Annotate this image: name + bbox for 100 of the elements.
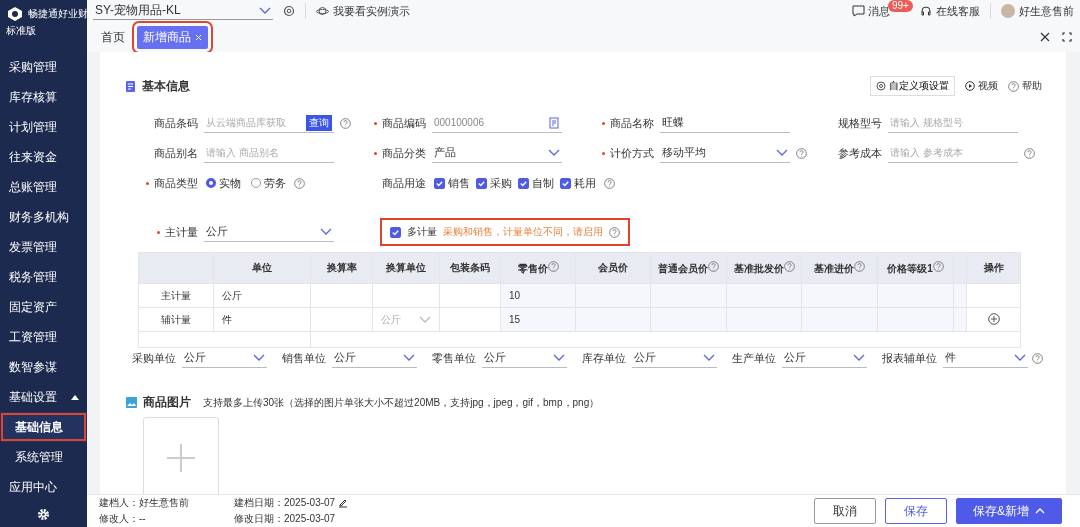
chevron-down-icon: [253, 353, 265, 362]
meta-text: 建档日期：2025-03-07: [234, 496, 336, 510]
demo-link[interactable]: 我要看实例演示: [333, 3, 410, 19]
column-header: 操作: [983, 261, 1004, 275]
chevron-down-icon: [1014, 353, 1026, 362]
help-link[interactable]: 帮助: [1022, 79, 1042, 93]
sidebar-item[interactable]: 发票管理: [0, 232, 87, 262]
action-button[interactable]: 保存&新增: [956, 498, 1062, 524]
chevron-down-icon: [259, 6, 271, 15]
option-label: 耗用: [574, 175, 596, 191]
table-cell: 辅计量: [138, 307, 214, 332]
select-field[interactable]: 公斤: [182, 348, 267, 368]
select-field[interactable]: 公斤: [632, 348, 717, 368]
column-header: 会员价: [598, 261, 628, 275]
close-icon[interactable]: [1040, 32, 1050, 42]
edit-icon[interactable]: [338, 498, 349, 508]
query-button[interactable]: 查询: [306, 114, 332, 131]
chevron-down-icon: [403, 353, 415, 362]
logo-icon: [6, 6, 24, 22]
sidebar-item[interactable]: 数智参谋: [0, 352, 87, 382]
section-title: 基本信息: [142, 77, 190, 95]
sidebar-item[interactable]: 基础设置: [0, 382, 87, 412]
field-label: 计价方式: [582, 145, 654, 161]
tab[interactable]: 首页: [95, 25, 131, 49]
company-select[interactable]: SY-宠物用品-KL: [93, 2, 273, 20]
column-header: 包装条码: [450, 261, 490, 275]
meta-text: 建档人：好生意售前: [99, 496, 189, 510]
text-field[interactable]: 旺蝶: [660, 113, 790, 133]
gear-icon: [876, 81, 886, 91]
form-icon: [126, 80, 136, 92]
checkbox[interactable]: [518, 177, 529, 189]
chevron-down-icon: [776, 148, 788, 157]
checkbox[interactable]: [560, 177, 571, 189]
column-header: 零售价: [517, 261, 548, 276]
select-field[interactable]: 件: [943, 348, 1028, 368]
field-label: 参考成本: [837, 145, 882, 161]
table-cell: 件: [213, 307, 311, 332]
chevron-down-icon: [853, 353, 865, 362]
sidebar-item[interactable]: 工资管理: [0, 322, 87, 352]
upload-tile[interactable]: [143, 417, 219, 494]
help-icon: [1032, 352, 1043, 364]
column-header: 基准进价: [814, 261, 854, 276]
field-label: 生产单位: [732, 350, 776, 366]
support-link[interactable]: 在线客服: [936, 3, 980, 19]
settings-icon[interactable]: [283, 5, 295, 17]
table-cell: 主计量: [138, 283, 214, 308]
fullscreen-icon[interactable]: [1062, 32, 1072, 42]
chevron-down-icon: [703, 353, 715, 362]
sidebar-item[interactable]: 系统管理: [0, 442, 87, 472]
action-button[interactable]: 取消: [814, 498, 876, 524]
sidebar-item[interactable]: 往来资金: [0, 142, 87, 172]
select-field[interactable]: 公斤: [482, 348, 567, 368]
field-label: 商品编码: [354, 115, 426, 131]
select-field[interactable]: 移动平均: [660, 143, 790, 163]
sidebar-item[interactable]: 财务多机构: [0, 202, 87, 232]
sidebar-item[interactable]: 库存核算: [0, 82, 87, 112]
checkbox[interactable]: [476, 177, 487, 189]
select-field[interactable]: 公斤: [204, 222, 334, 242]
text-field[interactable]: 从云端商品库获取 查询: [204, 113, 334, 133]
radio-button[interactable]: [206, 178, 216, 188]
option-label: 劳务: [264, 175, 286, 191]
sidebar-item[interactable]: 应用中心: [0, 472, 87, 502]
checkbox[interactable]: [434, 177, 445, 189]
field-label: 商品条码: [153, 115, 198, 131]
column-header: 换算率: [326, 261, 357, 275]
field-label: 主计量: [126, 224, 198, 240]
checkbox-label: 多计量: [407, 225, 437, 239]
column-header: 基准批发价: [733, 261, 784, 276]
custom-fields-button[interactable]: 自定义项设置: [870, 76, 955, 96]
sidebar-item[interactable]: 采购管理: [0, 52, 87, 82]
messages-link[interactable]: 消息: [868, 3, 890, 19]
section-title: 商品图片: [143, 394, 191, 411]
plus-icon: [167, 444, 195, 472]
sidebar-item[interactable]: 基础信息: [0, 412, 87, 442]
sidebar-item[interactable]: 计划管理: [0, 112, 87, 142]
sidebar-item[interactable]: 总账管理: [0, 172, 87, 202]
action-button[interactable]: 保存: [885, 498, 947, 524]
select-field[interactable]: 产品: [432, 143, 562, 163]
meta-text: 修改日期：2025-03-07: [234, 512, 336, 526]
notification-badge: 99+: [888, 0, 913, 12]
field-label: 商品分类: [354, 145, 426, 161]
add-icon[interactable]: [987, 312, 1000, 325]
field-label: 零售单位: [432, 350, 476, 366]
chevron-down-icon: [419, 315, 431, 324]
field-label: 库存单位: [582, 350, 626, 366]
sidebar-item[interactable]: 税务管理: [0, 262, 87, 292]
hint-text: 采购和销售，计量单位不同，请启用: [443, 225, 603, 239]
column-header: 价格等级1: [887, 261, 933, 276]
document-icon[interactable]: [549, 116, 560, 129]
play-icon: [965, 81, 975, 91]
code-field[interactable]: 000100006: [432, 113, 562, 133]
field-label: 销售单位: [282, 350, 326, 366]
sidebar-item[interactable]: 固定资产: [0, 292, 87, 322]
select-field[interactable]: 公斤: [332, 348, 417, 368]
video-link[interactable]: 视频: [978, 79, 998, 93]
user-name: 好生意售前: [1019, 3, 1074, 19]
column-header: 单位: [252, 261, 272, 275]
field-label: 商品名称: [582, 115, 654, 131]
select-field[interactable]: 公斤: [782, 348, 867, 368]
checkbox[interactable]: [390, 226, 401, 238]
